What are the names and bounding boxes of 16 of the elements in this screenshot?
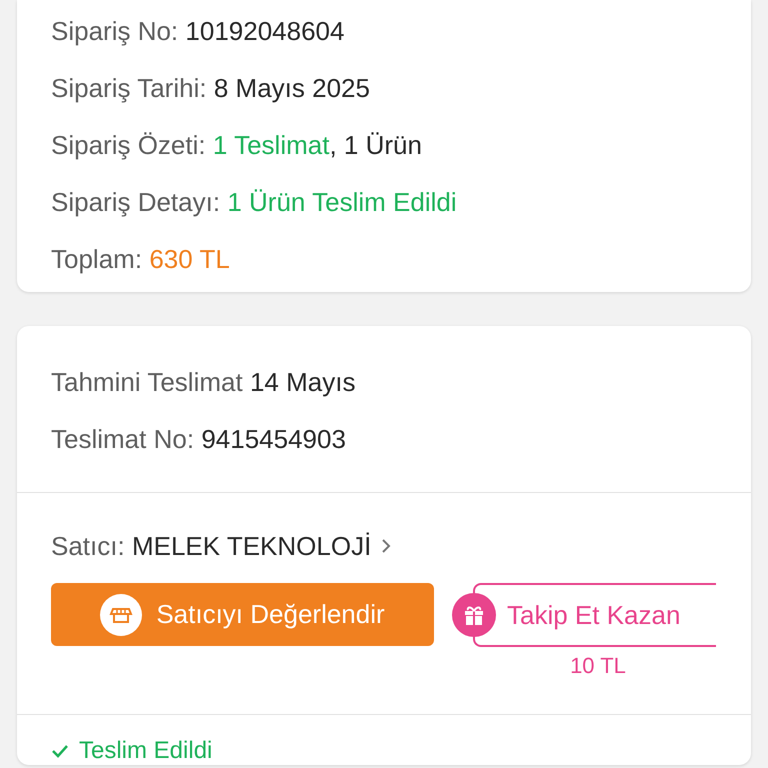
- info-line: Tahmini Teslimat 14 Mayıs: [51, 367, 356, 397]
- info-line: Sipariş Tarihi: 8 Mayıs 2025: [51, 73, 371, 103]
- store-icon: [100, 594, 142, 636]
- rate-seller-button[interactable]: Satıcıyı Değerlendir: [51, 583, 434, 646]
- info-line: Sipariş Özeti: 1 Teslimat, 1 Ürün: [51, 130, 423, 160]
- gift-icon: [452, 593, 496, 637]
- info-line: Toplam: 630 TL: [51, 244, 231, 274]
- reward-amount: 10 TL: [569, 653, 627, 679]
- follow-earn-button[interactable]: Takip Et Kazan: [473, 583, 716, 647]
- seller-link[interactable]: Satıcı: MELEK TEKNOLOJİ: [51, 531, 372, 561]
- info-line: Sipariş No: 10192048604: [51, 16, 346, 46]
- info-line: Teslimat No: 9415454903: [51, 424, 347, 454]
- check-icon: [51, 744, 69, 758]
- info-line: Sipariş Detayı: 1 Ürün Teslim Edildi: [51, 187, 458, 217]
- chevron-right-icon: [381, 538, 392, 554]
- delivery-status: Teslim Edildi: [79, 737, 212, 765]
